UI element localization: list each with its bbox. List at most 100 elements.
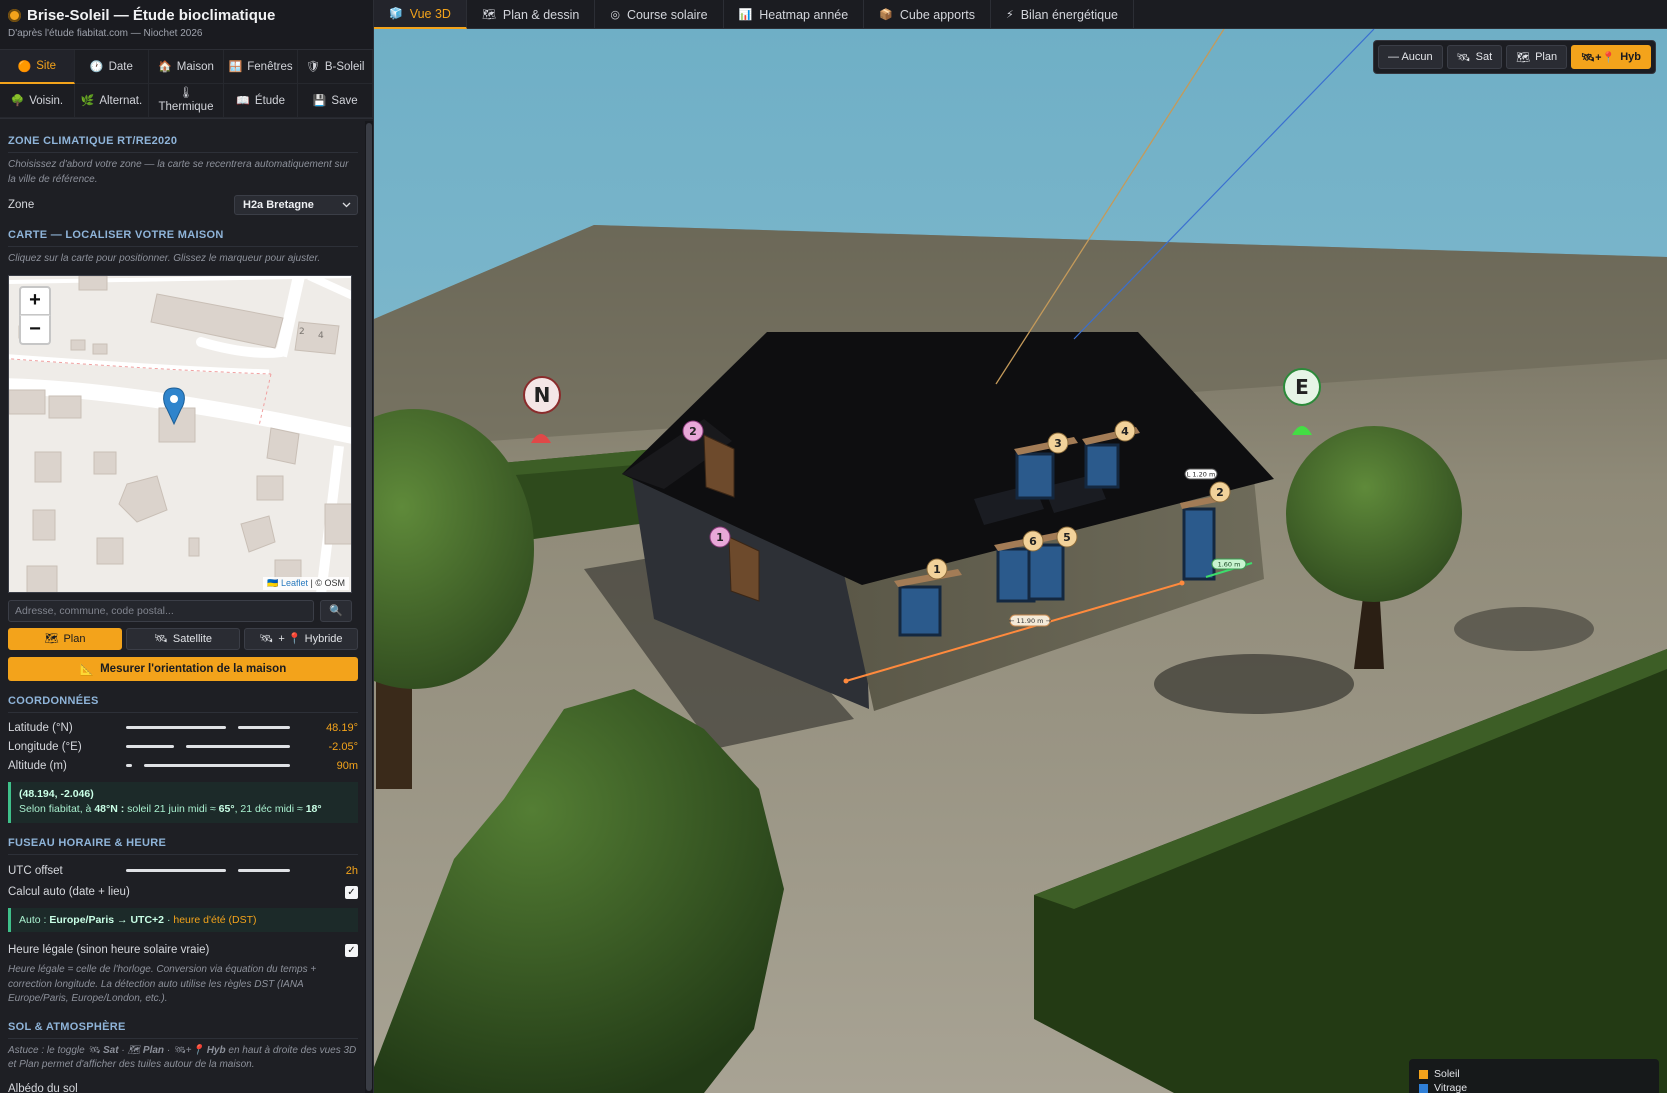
flag-icon: 🇺🇦 — [267, 577, 279, 588]
window-marker-west-2: 2 — [689, 425, 697, 438]
tab-site[interactable]: 🟠 Site — [0, 50, 75, 84]
auto-calc-checkbox[interactable]: ✓ — [345, 885, 358, 899]
section-title-map: CARTE — LOCALISER VOTRE MAISON — [8, 229, 358, 247]
sidebar-scrollbar[interactable] — [365, 121, 373, 1093]
house-icon: 🏠 — [158, 61, 172, 73]
basemap-plan-button[interactable]: 🗺 Plan — [1506, 45, 1568, 69]
search-row: Adresse, commune, code postal... 🔍 — [8, 599, 358, 622]
albedo-row: Albédo du sol — [8, 1079, 358, 1093]
chart-icon: 📊 — [738, 9, 753, 21]
map-house-number-2: 2 — [299, 327, 305, 337]
longitude-slider[interactable] — [126, 741, 300, 753]
map-desc: Cliquez sur la carte pour positionner. G… — [8, 253, 321, 264]
view-tabs: 🧊 Vue 3D 🗺 Plan & dessin ◎ Course solaire 📊… — [374, 0, 1667, 29]
window-icon: 🪟 — [228, 61, 243, 73]
info-coords: (48.194, -2.046) — [19, 787, 94, 800]
map-zoom-out-button[interactable]: − — [19, 314, 51, 345]
map-icon: 🗺 — [1516, 51, 1531, 64]
window-marker-3: 3 — [1054, 437, 1062, 450]
tab-plan-dessin[interactable]: 🗺 Plan & dessin — [467, 0, 596, 29]
tab-etude[interactable]: 📖 Étude — [223, 84, 299, 118]
map-mode-hybrid-button[interactable]: 🛰 + 📍 Hybride — [244, 627, 358, 650]
shield-icon: 🛡 — [305, 61, 320, 73]
map-mode-satellite-button[interactable]: 🛰 Satellite — [126, 627, 240, 650]
latitude-label: Latitude (°N) — [8, 722, 73, 734]
auto-calc-row: Calcul auto (date + lieu) ✓ — [8, 882, 358, 902]
3d-scene[interactable]: N E 1 2 3 4 5 6 1 2 ← 11.90 m → 1.60 m L… — [374, 29, 1667, 1093]
tab-vue-3d[interactable]: 🧊 Vue 3D — [374, 0, 467, 29]
tab-thermique[interactable]: 🌡 Thermique — [149, 84, 224, 118]
ruler-icon: 📐 — [79, 663, 95, 676]
tab-bilan-energetique[interactable]: ⚡ Bilan énergétique — [991, 0, 1134, 29]
view-3d-canvas[interactable]: N E 1 2 3 4 5 6 1 2 ← 11.90 m → 1.60 m L… — [374, 29, 1667, 1093]
satellite-icon: 🛰 — [259, 633, 274, 645]
auto-calc-label: Calcul auto (date + lieu) — [8, 886, 130, 898]
tab-date[interactable]: 🕐 Date — [74, 50, 150, 84]
latitude-slider[interactable] — [126, 722, 300, 734]
latitude-row: Latitude (°N) 48.19° — [8, 719, 358, 738]
satellite-icon: 🛰 — [1456, 51, 1471, 64]
location-map[interactable]: 2 4 + − 🇺🇦 Leaflet | © OSM — [8, 274, 352, 593]
utc-offset-row: UTC offset 2h — [8, 861, 358, 880]
zone-select[interactable]: H2a Bretagne — [234, 195, 358, 215]
main-area: 🧊 Vue 3D 🗺 Plan & dessin ◎ Course solaire 📊… — [374, 0, 1667, 1093]
tab-voisinage[interactable]: 🌳 Voisin. — [0, 84, 75, 118]
tree-icon: 🌳 — [10, 95, 25, 107]
altitude-label: Altitude (m) — [8, 760, 67, 772]
scrollbar-thumb[interactable] — [366, 123, 372, 1091]
app-title: Brise-Soleil — Étude bioclimatique — [8, 7, 365, 24]
tab-fenetres[interactable]: 🪟 Fenêtres — [223, 50, 299, 84]
legend-item-soleil: Soleil — [1419, 1067, 1649, 1081]
box-icon: 📦 — [879, 9, 893, 21]
tab-course-solaire[interactable]: ◎ Course solaire — [595, 0, 724, 29]
section-title-soil: SOL & ATMOSPHÈRE — [8, 1021, 358, 1039]
window-marker-6: 6 — [1029, 535, 1037, 548]
satellite-icon: 🛰 — [153, 633, 168, 645]
section-title-climate: ZONE CLIMATIQUE RT/RE2020 — [8, 135, 358, 153]
map-icon: 🗺 — [127, 1044, 143, 1056]
window-marker-2: 2 — [1216, 486, 1224, 499]
search-button[interactable]: 🔍 — [320, 599, 352, 622]
basemap-toggle: — Aucun 🛰 Sat 🗺 Plan 🛰+📍 Hyb — [1373, 40, 1656, 74]
chevron-down-icon — [342, 202, 351, 208]
basemap-none-button[interactable]: — Aucun — [1378, 45, 1443, 69]
zone-row: Zone H2a Bretagne — [8, 195, 358, 215]
compass-e-label: E — [1295, 375, 1309, 399]
basemap-sat-button[interactable]: 🛰 Sat — [1446, 45, 1503, 69]
clock-icon: 🕐 — [89, 61, 104, 73]
utc-offset-value: 2h — [345, 864, 358, 877]
dimension-length-label: ← 11.90 m → — [1009, 617, 1052, 625]
albedo-label: Albédo du sol — [8, 1082, 78, 1093]
basemap-hyb-button[interactable]: 🛰+📍 Hyb — [1571, 45, 1651, 69]
coords-sliders: Latitude (°N) 48.19° Longitude (°E) -2.0… — [8, 719, 358, 776]
tab-alternatives[interactable]: 🌿 Alternat. — [74, 84, 150, 118]
longitude-row: Longitude (°E) -2.05° — [8, 738, 358, 757]
book-icon: 📖 — [236, 95, 250, 107]
tab-brise-soleil[interactable]: 🛡 B-Soleil — [298, 50, 373, 84]
address-search-input[interactable]: Adresse, commune, code postal... — [8, 599, 314, 622]
measure-orientation-button[interactable]: 📐 Mesurer l'orientation de la maison — [8, 656, 358, 681]
altitude-slider[interactable] — [126, 760, 300, 772]
tab-save[interactable]: 💾 Save — [298, 84, 373, 118]
map-tiles: 2 4 — [9, 275, 351, 592]
latitude-value: 48.19° — [326, 722, 358, 734]
tab-cube-apports[interactable]: 📦 Cube apports — [864, 0, 991, 29]
utc-offset-slider[interactable] — [126, 865, 300, 877]
leaflet-link[interactable]: Leaflet — [281, 578, 308, 588]
tab-heatmap-annee[interactable]: 📊 Heatmap année — [724, 0, 865, 29]
climate-desc: Choisissez d'abord votre zone — la carte… — [8, 159, 349, 185]
map-zoom-in-button[interactable]: + — [19, 285, 51, 316]
map-mode-plan-button[interactable]: 🗺 Plan — [8, 627, 122, 650]
bolt-icon: ⚡ — [1005, 9, 1014, 21]
section-title-timezone: FUSEAU HORAIRE & HEURE — [8, 837, 358, 855]
legal-time-checkbox[interactable]: ✓ — [345, 943, 358, 957]
window-marker-4: 4 — [1121, 425, 1129, 438]
sun-icon: 🟠 — [17, 60, 32, 73]
legend-swatch-vitrage — [1419, 1083, 1428, 1093]
tab-maison[interactable]: 🏠 Maison — [149, 50, 224, 84]
satellite-icon: 🛰 — [87, 1044, 103, 1056]
soil-tip: Astuce : le toggle 🛰 Sat · 🗺 Plan · 🛰+📍 … — [8, 1044, 357, 1071]
zone-label: Zone — [8, 199, 35, 211]
search-icon: 🔍 — [329, 605, 343, 617]
altitude-value: 90m — [336, 760, 358, 772]
